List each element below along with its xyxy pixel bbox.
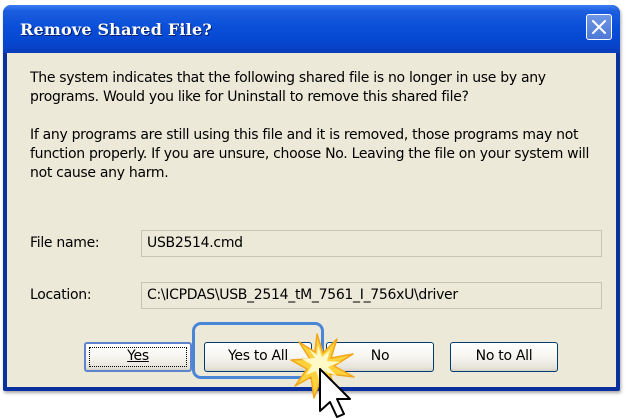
no-to-all-button[interactable]: No to All: [450, 342, 558, 372]
message-paragraph-1: The system indicates that the following …: [30, 70, 546, 105]
message-paragraph-2: If any programs are still using this fil…: [30, 127, 590, 181]
file-name-label: File name:: [30, 235, 100, 251]
close-button[interactable]: [586, 14, 612, 40]
dialog-title: Remove Shared File?: [20, 20, 212, 39]
close-icon: [592, 20, 606, 34]
yes-button[interactable]: Yes: [84, 342, 192, 372]
location-label: Location:: [30, 287, 92, 303]
location-field: C:\ICPDAS\USB_2514_tM_7561_I_756xU\drive…: [141, 282, 602, 309]
file-name-field: USB2514.cmd: [141, 230, 602, 257]
click-pointer: [290, 333, 355, 418]
title-bar[interactable]: Remove Shared File?: [3, 5, 620, 53]
no-button-label: No: [370, 348, 390, 364]
no-to-all-button-label: No to All: [475, 348, 533, 364]
yes-button-label: Yes: [127, 348, 149, 364]
